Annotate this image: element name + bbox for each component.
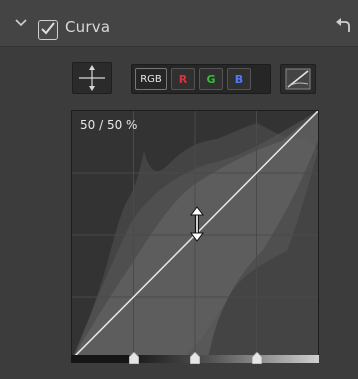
curve-preset-button[interactable]: [280, 64, 316, 94]
curves-panel: Curva RGB R G B 50 / 50 %: [0, 0, 358, 379]
panel-title: Curva: [65, 18, 111, 36]
curve-readout: 50 / 50 %: [80, 118, 138, 132]
curve-graph-canvas: [72, 111, 318, 359]
move-crosshair-icon: [79, 65, 105, 91]
white-point-handle[interactable]: [252, 352, 262, 364]
midpoint-handle[interactable]: [190, 352, 200, 364]
enable-checkbox[interactable]: [38, 20, 58, 40]
black-point-handle[interactable]: [129, 352, 139, 364]
curve-graph[interactable]: 50 / 50 %: [71, 110, 319, 360]
channel-selector: RGB R G B: [131, 64, 271, 94]
checkbox-check-icon: [41, 22, 55, 35]
channel-blue-button[interactable]: B: [227, 68, 251, 90]
channel-red-button[interactable]: R: [171, 68, 195, 90]
chevron-down-icon[interactable]: [14, 17, 28, 29]
reset-arrow-icon[interactable]: [335, 18, 351, 34]
channel-green-button[interactable]: G: [199, 68, 223, 90]
curve-linear-icon: [285, 68, 311, 90]
curve-point-move-tool[interactable]: [72, 62, 112, 94]
panel-header[interactable]: Curva: [0, 0, 358, 47]
channel-rgb-button[interactable]: RGB: [135, 68, 167, 90]
